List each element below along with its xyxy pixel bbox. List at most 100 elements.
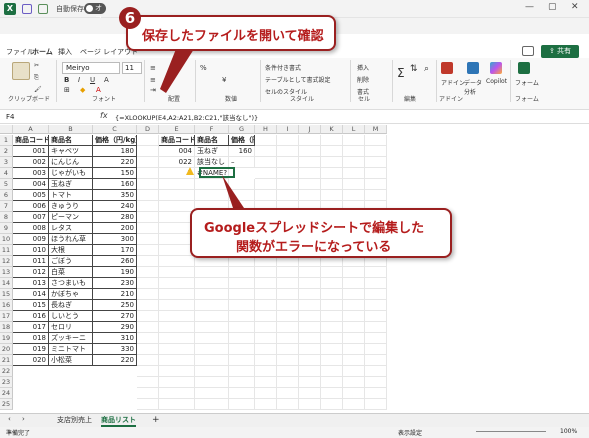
row-header[interactable]: 12: [0, 256, 13, 267]
empty-cell[interactable]: [195, 377, 229, 388]
column-header[interactable]: F: [195, 125, 229, 134]
empty-cell[interactable]: [229, 322, 255, 333]
empty-cell[interactable]: [277, 366, 299, 377]
menu-insert[interactable]: 挿入: [58, 47, 72, 57]
table-cell[interactable]: 280: [93, 212, 137, 223]
empty-cell[interactable]: [159, 267, 195, 278]
format-painter-icon[interactable]: 🖌: [34, 86, 42, 93]
tab-product-list[interactable]: 商品リスト: [101, 415, 136, 427]
column-header[interactable]: J: [299, 125, 321, 134]
empty-cell[interactable]: [229, 344, 255, 355]
empty-cell[interactable]: [277, 278, 299, 289]
empty-cell[interactable]: [195, 388, 229, 399]
empty-cell[interactable]: [277, 157, 299, 168]
empty-cell[interactable]: [321, 168, 343, 179]
table-cell[interactable]: 006: [13, 201, 49, 212]
column-header[interactable]: I: [277, 125, 299, 134]
table-cell[interactable]: 210: [93, 289, 137, 300]
empty-cell[interactable]: [277, 146, 299, 157]
empty-cell[interactable]: [299, 355, 321, 366]
empty-cell[interactable]: [277, 190, 299, 201]
data-analysis-icon[interactable]: [467, 62, 479, 74]
empty-cell[interactable]: [299, 157, 321, 168]
empty-cell[interactable]: [137, 245, 159, 256]
empty-cell[interactable]: [137, 355, 159, 366]
table-cell[interactable]: 016: [13, 311, 49, 322]
table-cell[interactable]: 013: [13, 278, 49, 289]
empty-cell[interactable]: [159, 366, 195, 377]
copilot-button[interactable]: Copilot: [486, 78, 507, 85]
empty-cell[interactable]: [229, 355, 255, 366]
empty-cell[interactable]: [365, 179, 387, 190]
table-cell[interactable]: 270: [93, 311, 137, 322]
empty-cell[interactable]: [321, 388, 343, 399]
table-cell[interactable]: かぼちゃ: [49, 289, 93, 300]
row-header[interactable]: 24: [0, 388, 13, 399]
display-settings-button[interactable]: 表示設定: [398, 428, 422, 437]
empty-cell[interactable]: [137, 311, 159, 322]
empty-cell[interactable]: [365, 300, 387, 311]
empty-cell[interactable]: [321, 355, 343, 366]
empty-cell[interactable]: [137, 256, 159, 267]
empty-cell[interactable]: [365, 333, 387, 344]
fx-icon[interactable]: fx: [100, 111, 108, 120]
table-cell[interactable]: 019: [13, 344, 49, 355]
empty-cell[interactable]: [365, 135, 387, 146]
empty-cell[interactable]: [159, 289, 195, 300]
header-cell[interactable]: 価格（円/kg）: [93, 135, 137, 146]
empty-cell[interactable]: [159, 311, 195, 322]
row-header[interactable]: 21: [0, 355, 13, 366]
table-cell[interactable]: レタス: [49, 223, 93, 234]
table-cell[interactable]: 005: [13, 190, 49, 201]
row-header[interactable]: 23: [0, 377, 13, 388]
empty-cell[interactable]: [321, 289, 343, 300]
empty-cell[interactable]: [365, 157, 387, 168]
table-cell[interactable]: 220: [93, 355, 137, 366]
empty-cell[interactable]: [343, 146, 365, 157]
table-cell[interactable]: 260: [93, 256, 137, 267]
zoom-level[interactable]: 100%: [560, 428, 577, 435]
row-header[interactable]: 17: [0, 311, 13, 322]
empty-cell[interactable]: [255, 135, 277, 146]
italic-button[interactable]: I: [78, 76, 80, 84]
empty-cell[interactable]: [195, 399, 229, 410]
empty-cell[interactable]: [277, 388, 299, 399]
table-cell[interactable]: 白菜: [49, 267, 93, 278]
empty-cell[interactable]: [195, 278, 229, 289]
underline-button[interactable]: U: [90, 76, 95, 84]
empty-cell[interactable]: [255, 388, 277, 399]
table-cell[interactable]: 160: [229, 146, 255, 157]
table-cell[interactable]: 007: [13, 212, 49, 223]
empty-cell[interactable]: [277, 311, 299, 322]
empty-cell[interactable]: [159, 399, 195, 410]
home-icon[interactable]: [38, 4, 48, 14]
font-grow-icon[interactable]: A: [104, 76, 109, 84]
menu-file[interactable]: ファイル: [6, 47, 34, 57]
table-cell[interactable]: 018: [13, 333, 49, 344]
empty-cell[interactable]: [299, 388, 321, 399]
table-cell[interactable]: 017: [13, 322, 49, 333]
empty-cell[interactable]: [137, 168, 159, 179]
sum-icon[interactable]: Σ: [397, 66, 405, 80]
table-format-button[interactable]: テーブルとして書式設定: [265, 75, 330, 84]
empty-cell[interactable]: [137, 179, 159, 190]
table-cell[interactable]: 011: [13, 256, 49, 267]
empty-cell[interactable]: [277, 267, 299, 278]
empty-cell[interactable]: [137, 289, 159, 300]
empty-cell[interactable]: [159, 377, 195, 388]
bold-button[interactable]: B: [64, 76, 69, 84]
empty-cell[interactable]: [255, 333, 277, 344]
empty-cell[interactable]: [299, 399, 321, 410]
row-header[interactable]: 13: [0, 267, 13, 278]
maximize-icon[interactable]: ▢: [548, 2, 557, 12]
table-cell[interactable]: ほうれん草: [49, 234, 93, 245]
empty-cell[interactable]: [343, 377, 365, 388]
empty-cell[interactable]: [299, 377, 321, 388]
table-cell[interactable]: 180: [93, 146, 137, 157]
table-cell[interactable]: トマト: [49, 190, 93, 201]
row-header[interactable]: 11: [0, 245, 13, 256]
table-cell[interactable]: 長ねぎ: [49, 300, 93, 311]
table-cell[interactable]: 004: [159, 146, 195, 157]
table-cell[interactable]: 300: [93, 234, 137, 245]
table-cell[interactable]: 310: [93, 333, 137, 344]
